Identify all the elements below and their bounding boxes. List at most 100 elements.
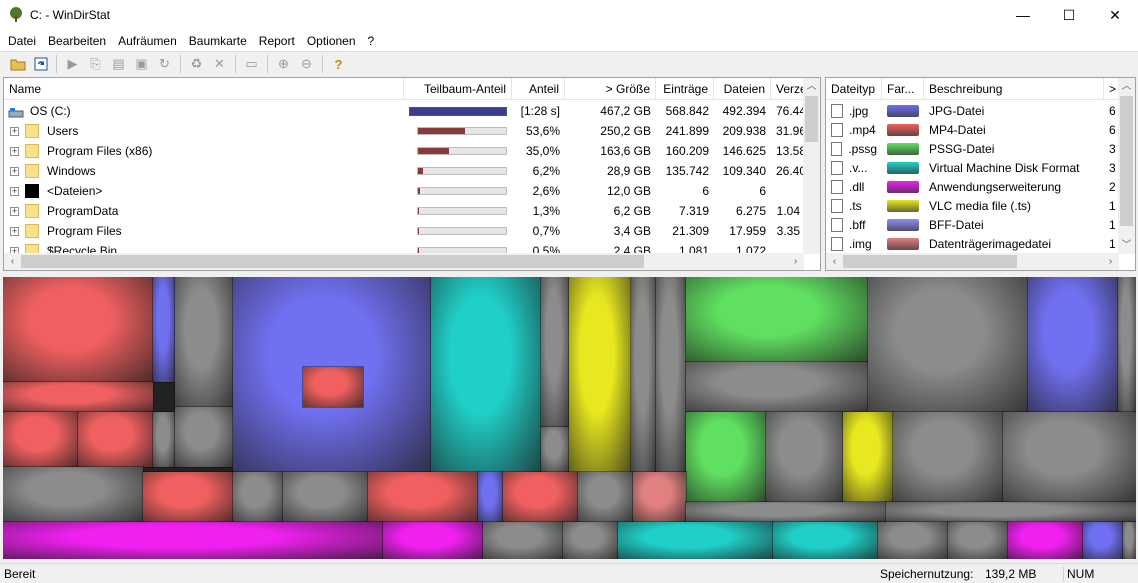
col-subtree-share[interactable]: Teilbaum-Anteil [404,78,512,100]
treemap-block[interactable] [655,277,687,473]
tree-row[interactable]: OS (C:) [1:28 s] 467,2 GB 568.842 492.394 76.… [4,101,805,121]
open-icon[interactable] [6,53,29,75]
scroll-up-icon[interactable]: ︿ [1118,78,1135,95]
zoom-in-icon[interactable]: ⊕ [272,53,295,75]
treemap-block[interactable] [947,521,1009,559]
extension-row[interactable]: .mp4 MP4-Datei 6 [826,120,1122,140]
treemap-block[interactable] [540,426,570,473]
treemap-block[interactable] [877,521,949,559]
col-description[interactable]: Beschreibung [924,78,1104,100]
extension-row[interactable]: .v... Virtual Machine Disk Format 3 [826,158,1122,178]
explorer-icon[interactable]: ▤ [107,53,130,75]
extension-row[interactable]: .jpg JPG-Datei 6 [826,101,1122,121]
treemap-block[interactable] [77,411,154,468]
menu-help[interactable]: ? [362,34,381,48]
menu-optionen[interactable]: Optionen [301,34,362,48]
treemap-block[interactable] [3,381,154,413]
extension-horizontal-scrollbar[interactable]: ‹ › [826,253,1119,270]
extension-row[interactable]: .img Datenträgerimagedatei 1 [826,234,1122,254]
scroll-left-icon[interactable]: ‹ [826,253,843,270]
treemap-block[interactable] [842,411,894,503]
expand-icon[interactable]: + [10,226,19,236]
scroll-thumb[interactable] [21,255,644,268]
refresh-icon[interactable] [29,53,52,75]
scroll-down-icon[interactable]: ﹀ [1118,237,1135,254]
treemap-block[interactable] [482,521,564,559]
treemap-block[interactable] [685,361,869,413]
treemap-block[interactable] [174,277,234,408]
menu-aufraeumen[interactable]: Aufräumen [112,34,183,48]
properties-icon[interactable]: ▭ [240,53,263,75]
treemap-block[interactable] [630,277,657,473]
expand-icon[interactable]: + [10,186,19,196]
treemap-block[interactable] [477,471,504,523]
scroll-thumb[interactable] [843,255,1017,268]
treemap-block[interactable] [174,406,234,468]
scroll-left-icon[interactable]: ‹ [4,253,21,270]
treemap-block[interactable] [367,471,479,523]
menu-baumkarte[interactable]: Baumkarte [183,34,253,48]
treemap-block[interactable] [685,501,887,523]
col-filetype[interactable]: Dateityp [826,78,882,100]
treemap[interactable] [3,277,1136,559]
treemap-block[interactable] [3,277,154,383]
tree-row[interactable]: + Windows 6,2% 28,9 GB 135.742 109.340 26.40 [4,161,805,181]
col-color[interactable]: Far... [882,78,924,100]
treemap-block[interactable] [685,411,767,503]
command-prompt-icon[interactable]: ▣ [130,53,153,75]
tree-horizontal-scrollbar[interactable]: ‹ › [4,253,804,270]
refresh-selected-icon[interactable]: ↻ [153,53,176,75]
col-name[interactable]: Name [4,78,404,100]
tree-row[interactable]: + Program Files 0,7% 3,4 GB 21.309 17.959 3.35 [4,221,805,241]
help-icon[interactable]: ? [327,53,350,75]
treemap-block[interactable] [892,411,1004,503]
col-size[interactable]: > Größe [565,78,656,100]
tree-row[interactable]: + ProgramData 1,3% 6,2 GB 7.319 6.275 1.04 [4,201,805,221]
tree-vertical-scrollbar[interactable]: ︿ [803,78,820,254]
treemap-block[interactable] [282,471,369,523]
treemap-block[interactable] [632,471,687,523]
treemap-block[interactable] [1117,277,1136,413]
col-files[interactable]: Dateien [714,78,771,100]
copy-path-icon[interactable]: ⎘ [84,53,107,75]
extension-row[interactable]: .dll Anwendungserweiterung 2 [826,177,1122,197]
treemap-block[interactable] [142,471,234,523]
recycle-icon[interactable]: ♻ [185,53,208,75]
extension-list-pane[interactable]: Dateityp Far... Beschreibung > .jpg JPG-D… [825,77,1136,271]
tree-row[interactable]: + Users 53,6% 250,2 GB 241.899 209.938 31.96 [4,121,805,141]
directory-tree-pane[interactable]: Name Teilbaum-Anteil Anteil > Größe Eint… [3,77,821,271]
col-items[interactable]: Einträge [656,78,714,100]
treemap-block[interactable] [885,501,1136,523]
treemap-block[interactable] [430,277,542,473]
treemap-block[interactable] [152,277,176,383]
extension-vertical-scrollbar[interactable]: ︿ ﹀ [1118,78,1135,254]
scroll-thumb[interactable] [1120,96,1133,226]
treemap-block[interactable] [1082,521,1124,559]
treemap-block[interactable] [562,521,619,559]
run-icon[interactable]: ▶ [61,53,84,75]
minimize-button[interactable]: — [1000,0,1046,30]
expand-icon[interactable]: + [10,166,19,176]
col-percent[interactable]: Anteil [512,78,565,100]
treemap-block[interactable] [232,471,284,523]
treemap-block[interactable] [765,411,844,503]
extension-row[interactable]: .ts VLC media file (.ts) 1 [826,196,1122,216]
expand-icon[interactable]: + [10,206,19,216]
treemap-block[interactable] [502,471,579,523]
expand-icon[interactable]: + [10,146,19,156]
treemap-block[interactable] [382,521,484,559]
treemap-block[interactable] [3,466,144,523]
scroll-thumb[interactable] [805,96,818,142]
treemap-block[interactable] [152,411,176,468]
extension-row[interactable]: .bff BFF-Datei 1 [826,215,1122,235]
menu-bearbeiten[interactable]: Bearbeiten [42,34,112,48]
tree-row[interactable]: + <Dateien> 2,6% 12,0 GB 6 6 [4,181,805,201]
treemap-block[interactable] [3,521,384,559]
scroll-up-icon[interactable]: ︿ [803,78,820,95]
treemap-block[interactable] [3,411,79,468]
maximize-button[interactable]: ☐ [1046,0,1092,30]
menu-report[interactable]: Report [253,34,301,48]
treemap-block[interactable] [540,277,570,428]
close-button[interactable]: ✕ [1092,0,1138,30]
treemap-block[interactable] [1122,521,1136,559]
